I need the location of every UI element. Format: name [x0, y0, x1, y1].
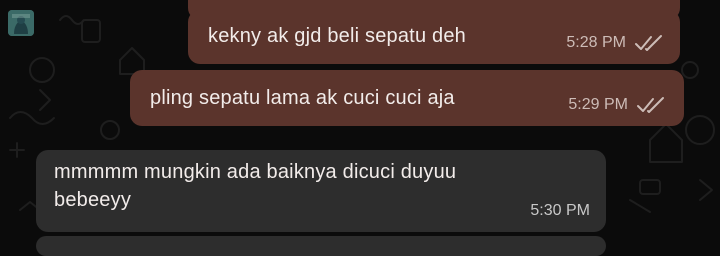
message-time: 5:28 PM [566, 34, 626, 51]
message-time: 5:29 PM [568, 96, 628, 113]
message-text: kekny ak gjd beli sepatu deh [208, 25, 466, 47]
message-bubble-incoming[interactable]: mmmmm mungkin ada baiknya dicuci duyuu b… [36, 150, 606, 232]
message-text-line: mmmmm mungkin ada baiknya dicuci duyuu [54, 161, 457, 183]
message-time: 5:30 PM [530, 202, 590, 219]
avatar[interactable] [8, 10, 34, 36]
message-meta: 5:28 PM [566, 34, 666, 52]
double-check-icon [635, 35, 662, 51]
avatar-image [8, 10, 34, 36]
message-bubble-outgoing[interactable]: pling sepatu lama ak cuci cuci aja 5:29 … [130, 70, 684, 126]
message-text: pling sepatu lama ak cuci cuci aja [150, 87, 455, 109]
double-check-icon [637, 97, 664, 113]
message-bubble-outgoing[interactable]: kekny ak gjd beli sepatu deh 5:28 PM [188, 10, 680, 64]
message-bubble-next[interactable] [36, 236, 606, 256]
message-meta: 5:29 PM [568, 96, 668, 114]
message-text-line: bebeeyy [54, 189, 132, 211]
message-meta: 5:30 PM [530, 202, 590, 220]
